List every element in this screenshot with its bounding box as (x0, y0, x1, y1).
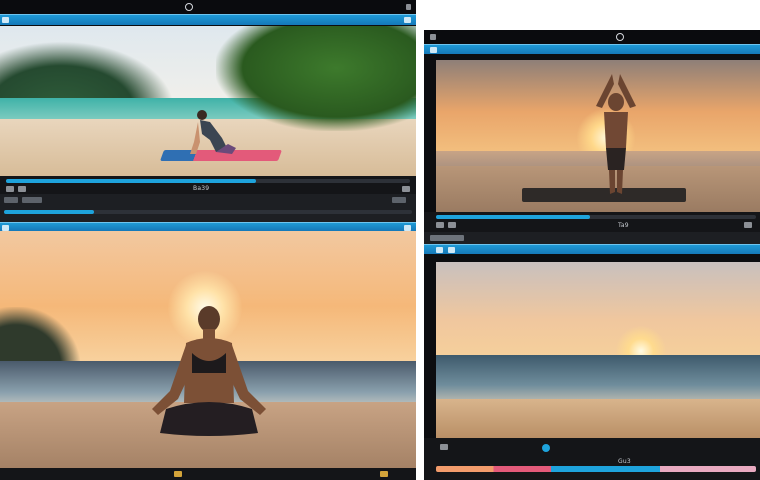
play-icon[interactable] (174, 471, 182, 477)
camera-icon (616, 33, 624, 41)
folder-icon[interactable] (430, 47, 437, 53)
seek-bar[interactable] (6, 179, 410, 183)
video-frame[interactable] (436, 60, 760, 212)
video-frame[interactable] (0, 26, 416, 176)
window-titlebar[interactable] (424, 30, 760, 44)
video-caption: Ta9 (618, 222, 629, 229)
volume-icon[interactable] (448, 222, 456, 228)
play-icon[interactable] (436, 222, 444, 228)
seek-progress (6, 179, 257, 183)
window-menu-icon[interactable] (430, 34, 436, 40)
multi-video-desktop: Ba39 Ta9 Gu3 (0, 0, 760, 480)
video-caption: Gu3 (618, 458, 631, 465)
seek-progress (436, 215, 590, 219)
video-window-ocean-sunset[interactable]: Gu3 (424, 232, 760, 480)
window-toolbar (0, 14, 416, 25)
tool-icon[interactable] (22, 197, 42, 203)
window-menubar (424, 232, 760, 244)
window-titlebar[interactable] (0, 0, 416, 14)
video-window-beach-yoga[interactable]: Ba39 (0, 0, 416, 222)
camera-icon (185, 3, 193, 11)
fullscreen-icon[interactable] (380, 471, 388, 477)
settings-icon[interactable] (392, 197, 406, 203)
window-toolbar (424, 244, 760, 254)
meditating-person (152, 306, 266, 436)
video-window-meditation[interactable] (0, 222, 416, 480)
menu-icon[interactable] (430, 235, 464, 241)
fullscreen-icon[interactable] (744, 222, 752, 228)
menu-icon[interactable] (4, 197, 18, 203)
window-menu-icon[interactable] (406, 4, 411, 10)
sea (436, 355, 760, 405)
cliff-silhouette (0, 306, 80, 369)
video-frame[interactable] (0, 231, 416, 468)
fullscreen-icon[interactable] (402, 186, 410, 192)
video-controls (0, 468, 416, 480)
video-controls: Gu3 (424, 438, 760, 480)
play-icon[interactable] (6, 186, 14, 192)
play-icon[interactable] (440, 444, 448, 450)
secondary-seek-progress (4, 210, 94, 214)
folder-icon[interactable] (436, 247, 443, 253)
palm-trees (216, 26, 416, 131)
seek-bar[interactable] (436, 466, 756, 472)
sand (436, 399, 760, 438)
sky (436, 262, 760, 359)
standing-yoga-person (596, 74, 636, 194)
record-icon[interactable] (542, 444, 550, 452)
seek-bar[interactable] (436, 215, 756, 219)
video-controls: Ba39 (0, 176, 416, 194)
window-toolbar (424, 44, 760, 54)
window-control-icon[interactable] (404, 17, 411, 23)
volume-icon[interactable] (18, 186, 26, 192)
video-window-standing-pose[interactable]: Ta9 (424, 30, 760, 242)
secondary-seek-bar[interactable] (4, 210, 412, 214)
video-caption: Ba39 (193, 185, 210, 192)
window-statusbar (0, 194, 416, 222)
tool-icon[interactable] (448, 247, 455, 253)
yoga-person (190, 110, 236, 154)
window-toolbar (0, 222, 416, 231)
video-frame[interactable] (436, 262, 760, 438)
folder-icon[interactable] (2, 17, 9, 23)
